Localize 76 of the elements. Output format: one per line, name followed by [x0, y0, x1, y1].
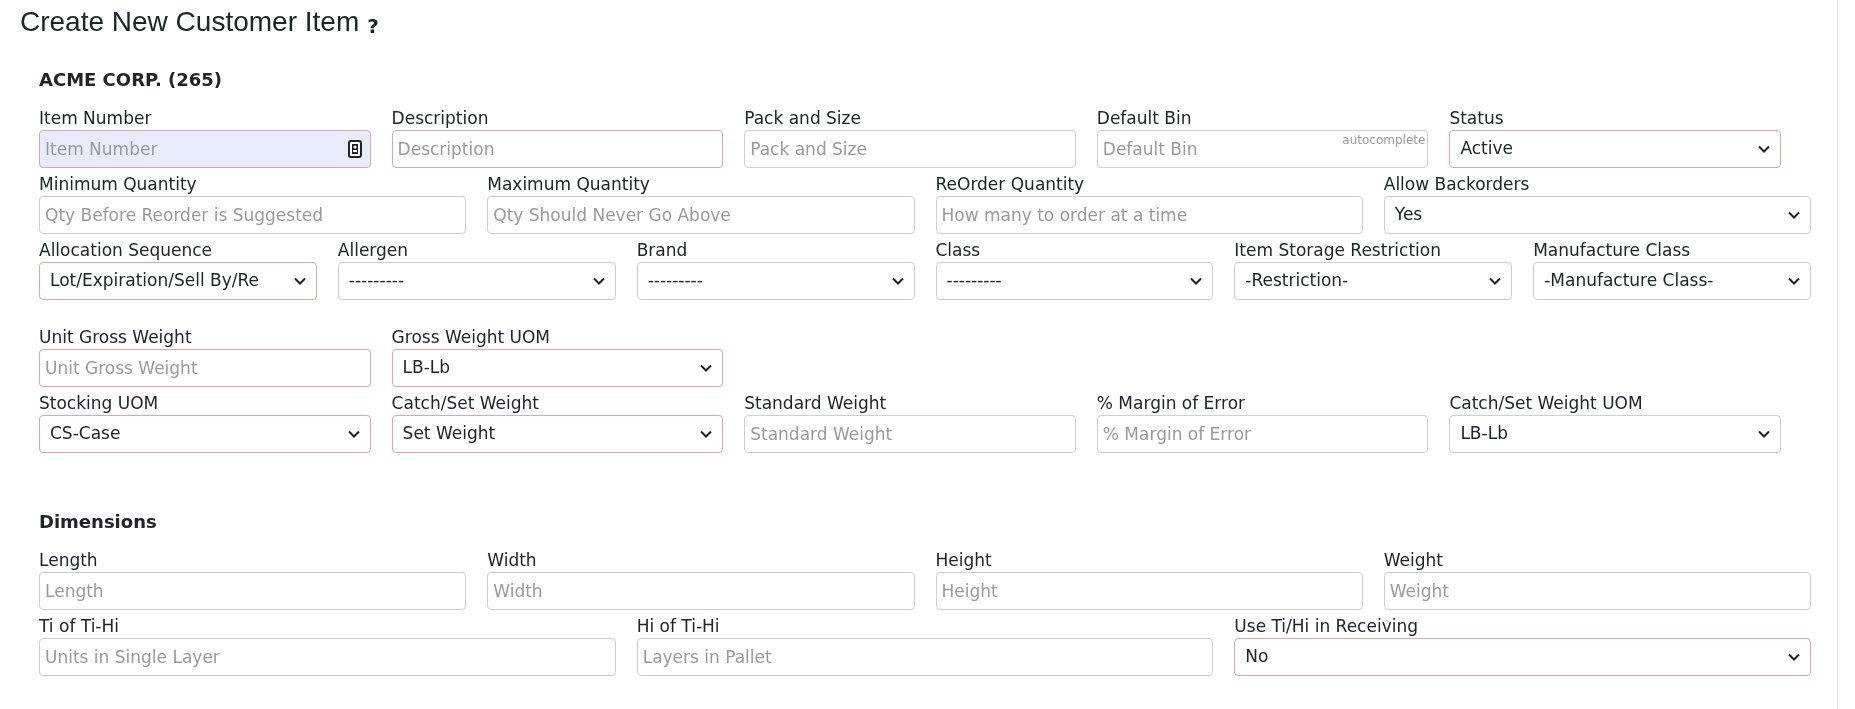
chevron-down-icon: [1489, 277, 1502, 285]
text-field[interactable]: Units in Single Layer: [39, 638, 616, 676]
field-label: Item Storage Restriction: [1234, 239, 1442, 262]
dropdown[interactable]: Yes: [1383, 196, 1811, 234]
field-label: Use Ti/Hi in Receiving: [1234, 615, 1419, 638]
text-field[interactable]: Height: [935, 572, 1363, 610]
field-label: Allergen: [337, 239, 410, 262]
chevron-down-icon: [1190, 277, 1203, 285]
field-label: Maximum Quantity: [487, 173, 651, 196]
field-label: Standard Weight: [744, 392, 888, 415]
chevron-down-icon: [1788, 211, 1800, 219]
chevron-down-icon: [1758, 145, 1770, 153]
field-label: % Margin of Error: [1096, 392, 1247, 415]
chevron-down-icon: [1758, 430, 1770, 438]
field-label: ReOrder Quantity: [935, 173, 1086, 196]
field-label: Catch/Set Weight: [391, 392, 540, 415]
field-label: Gross Weight UOM: [391, 326, 552, 349]
field-label: Unit Gross Weight: [39, 326, 193, 349]
dropdown[interactable]: Lot/Expiration/Sell By/Re: [39, 262, 317, 300]
text-field[interactable]: How many to order at a time: [935, 196, 1363, 234]
chevron-down-icon: [293, 277, 306, 285]
chevron-down-icon: [592, 277, 605, 285]
chevron-down-icon: [891, 277, 904, 285]
field-label: Allocation Sequence: [39, 239, 214, 262]
field-label: Brand: [636, 239, 689, 262]
dropdown[interactable]: CS-Case: [39, 415, 371, 453]
field-label: Minimum Quantity: [39, 173, 198, 196]
field-label: Allow Backorders: [1383, 173, 1531, 196]
dropdown[interactable]: No: [1234, 638, 1811, 676]
text-field[interactable]: Description: [391, 130, 724, 168]
dropdown[interactable]: LB-Lb: [1449, 415, 1781, 453]
dropdown[interactable]: ---------: [935, 262, 1214, 300]
chevron-down-icon: [700, 364, 713, 372]
field-label: Manufacture Class: [1533, 239, 1692, 262]
text-field[interactable]: Qty Before Reorder is Suggested: [39, 196, 467, 234]
field-label: Width: [487, 549, 538, 572]
section-heading: ACME CORP. (265): [39, 68, 223, 92]
field-label: Default Bin: [1096, 107, 1193, 130]
field-label: Stocking UOM: [39, 392, 160, 415]
field-label: Description: [391, 107, 490, 130]
field-label: Status: [1449, 107, 1505, 130]
field-label: Item Number: [39, 107, 153, 130]
text-field[interactable]: Standard Weight: [744, 415, 1076, 453]
field-label: Catch/Set Weight UOM: [1449, 392, 1644, 415]
field-label: Weight: [1383, 549, 1444, 572]
dropdown[interactable]: Active: [1449, 130, 1781, 168]
chevron-down-icon: [1788, 653, 1800, 661]
dropdown[interactable]: ---------: [337, 262, 616, 300]
contact-card-icon[interactable]: [347, 140, 362, 158]
text-field[interactable]: Width: [487, 572, 915, 610]
dropdown[interactable]: -Restriction-: [1234, 262, 1513, 300]
text-field[interactable]: Pack and Size: [744, 130, 1076, 168]
autocomplete-hint: autocomplete: [1342, 133, 1426, 147]
dropdown[interactable]: Set Weight: [391, 415, 724, 453]
text-field[interactable]: Item Number: [39, 130, 371, 168]
field-label: Class: [935, 239, 982, 262]
chevron-down-icon: [700, 430, 713, 438]
field-label: Ti of Ti-Hi: [39, 615, 120, 638]
field-label: Pack and Size: [744, 107, 862, 130]
field-label: Hi of Ti-Hi: [636, 615, 721, 638]
text-field[interactable]: Layers in Pallet: [636, 638, 1214, 676]
text-field[interactable]: Unit Gross Weight: [39, 349, 371, 387]
chevron-down-icon: [1788, 277, 1800, 285]
chevron-down-icon: [347, 430, 360, 438]
field-label: Height: [935, 549, 993, 572]
section-heading: Dimensions: [39, 510, 158, 534]
dropdown[interactable]: -Manufacture Class-: [1533, 262, 1811, 300]
page-title: Create New Customer Item: [20, 5, 360, 39]
text-field[interactable]: Qty Should Never Go Above: [487, 196, 915, 234]
text-field[interactable]: Length: [39, 572, 467, 610]
dropdown[interactable]: LB-Lb: [391, 349, 724, 387]
dropdown[interactable]: ---------: [636, 262, 915, 300]
text-field[interactable]: Weight: [1383, 572, 1811, 610]
field-label: Length: [39, 549, 99, 572]
text-field[interactable]: % Margin of Error: [1096, 415, 1429, 453]
help-link[interactable]: ?: [367, 10, 379, 42]
